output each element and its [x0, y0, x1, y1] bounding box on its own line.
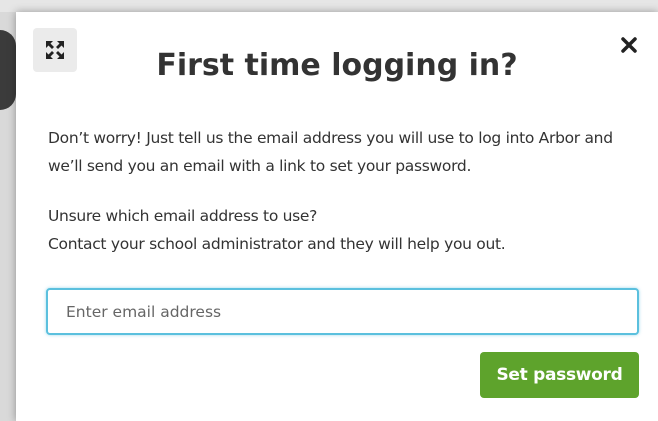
backdrop-element	[0, 30, 16, 110]
help-text-line-2: Contact your school administrator and th…	[48, 235, 506, 253]
intro-text: Don’t worry! Just tell us the email addr…	[48, 129, 613, 175]
backdrop-strip	[0, 0, 658, 12]
help-text: Unsure which email address to use? Conta…	[48, 202, 648, 258]
set-password-button[interactable]: Set password	[480, 352, 639, 398]
first-login-modal: First time logging in? Don’t worry! Just…	[16, 12, 658, 421]
help-text-line-1: Unsure which email address to use?	[48, 207, 318, 225]
modal-title: First time logging in?	[156, 48, 518, 83]
email-input[interactable]	[46, 288, 639, 335]
